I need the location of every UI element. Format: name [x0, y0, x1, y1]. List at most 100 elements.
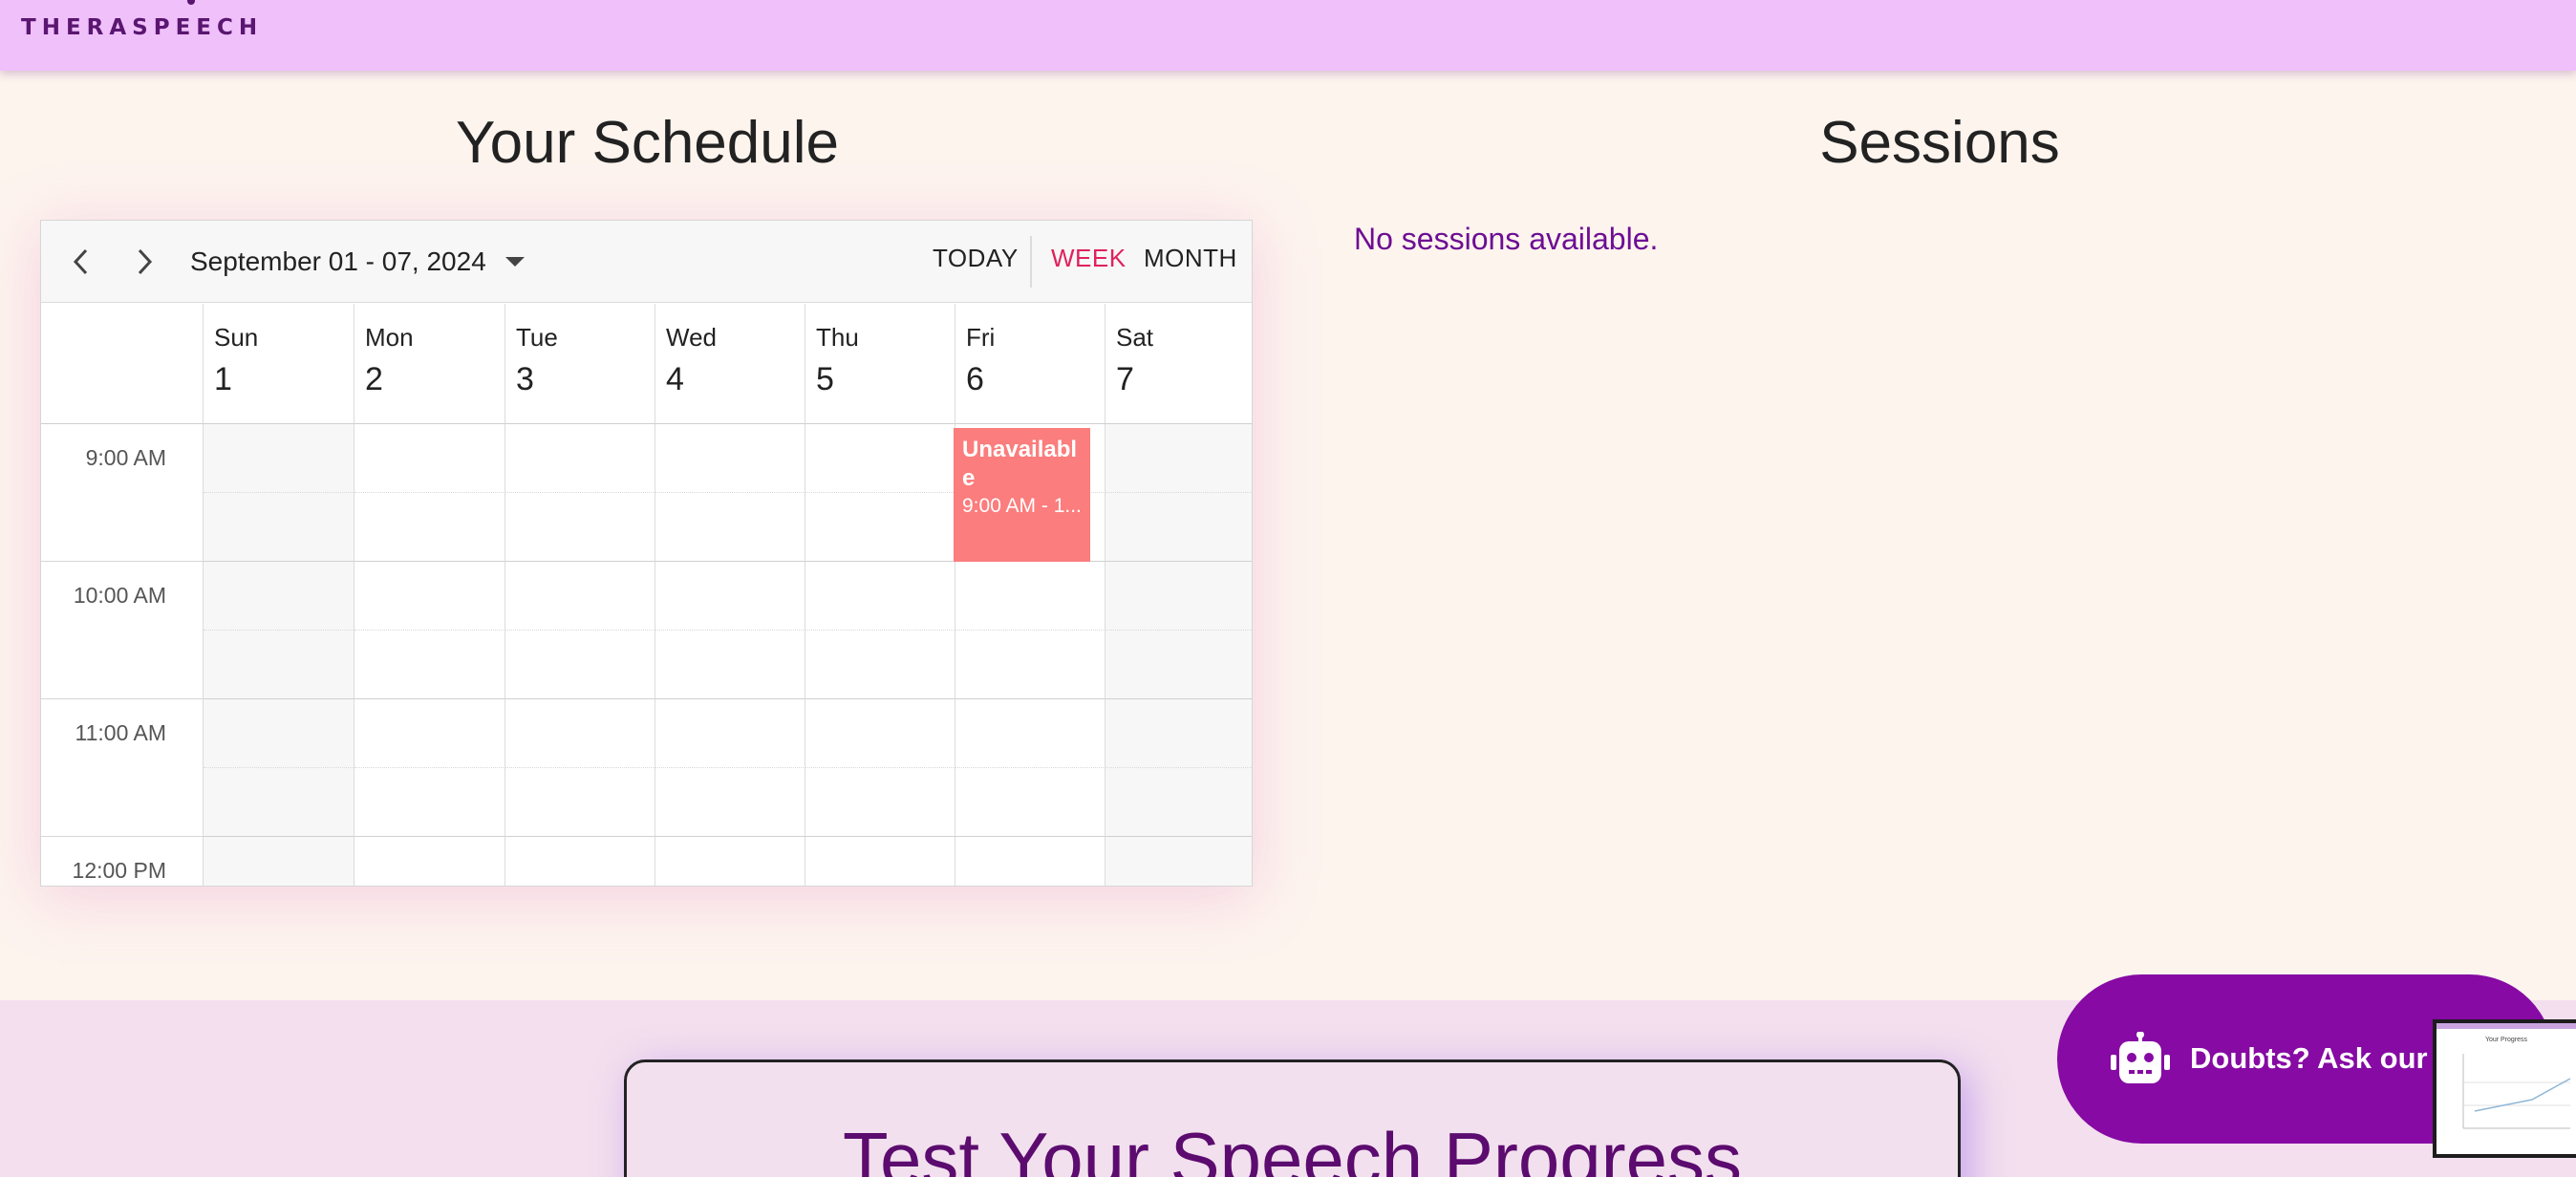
time-slot[interactable]	[655, 768, 805, 837]
time-slot[interactable]	[1106, 837, 1252, 886]
time-slot[interactable]	[955, 768, 1106, 837]
week-view-button[interactable]: WEEK	[1051, 244, 1127, 273]
speech-progress-title: Test Your Speech Progress	[843, 1117, 1742, 1177]
day-header-thu[interactable]: Thu 5	[805, 304, 955, 424]
time-slot[interactable]	[1106, 631, 1252, 699]
time-slot[interactable]	[204, 631, 354, 699]
corner-cell	[41, 304, 204, 424]
time-slot[interactable]	[505, 631, 655, 699]
speech-progress-card[interactable]: Test Your Speech Progress	[624, 1059, 1961, 1177]
day-number: 4	[666, 361, 684, 397]
chatbot-label: Doubts? Ask our	[2190, 1041, 2428, 1075]
next-week-button[interactable]	[123, 241, 165, 283]
day-number: 5	[816, 361, 834, 397]
brand-mark	[187, 0, 195, 5]
brand-logo[interactable]: THERASPEECH	[21, 15, 263, 40]
time-slot[interactable]	[505, 837, 655, 886]
time-slot[interactable]	[655, 562, 805, 631]
time-slot[interactable]	[204, 768, 354, 837]
time-slot[interactable]	[655, 631, 805, 699]
day-number: 6	[966, 361, 984, 397]
sessions-title: Sessions	[1819, 110, 2060, 176]
event-time: 9:00 AM - 1...	[962, 495, 1082, 517]
day-name: Mon	[365, 323, 414, 352]
day-name: Fri	[966, 323, 996, 352]
day-header-mon[interactable]: Mon 2	[354, 304, 505, 424]
time-slot[interactable]	[1106, 768, 1252, 837]
time-slot[interactable]	[655, 493, 805, 562]
time-slot[interactable]	[655, 837, 805, 886]
time-slot[interactable]	[655, 424, 805, 493]
time-slot-label-cell: 11:00 AM	[41, 699, 204, 837]
day-name: Sun	[214, 323, 259, 352]
today-button[interactable]: TODAY	[933, 244, 1019, 273]
day-header-sat[interactable]: Sat 7	[1106, 304, 1252, 424]
time-slot[interactable]	[805, 493, 955, 562]
previous-week-button[interactable]	[60, 241, 102, 283]
month-view-button[interactable]: MONTH	[1144, 244, 1237, 273]
time-label: 10:00 AM	[73, 583, 166, 608]
time-slot[interactable]	[204, 493, 354, 562]
date-range-picker[interactable]: September 01 - 07, 2024	[190, 243, 525, 281]
time-slot[interactable]	[805, 562, 955, 631]
time-slot[interactable]	[354, 837, 505, 886]
time-slot[interactable]	[805, 837, 955, 886]
date-range-label: September 01 - 07, 2024	[190, 246, 486, 276]
event-title: Unavailable	[962, 437, 1078, 491]
time-slot[interactable]	[955, 631, 1106, 699]
day-name: Thu	[816, 323, 859, 352]
schedule-calendar: September 01 - 07, 2024 TODAY WEEK MONTH…	[40, 220, 1253, 887]
time-label: 9:00 AM	[85, 445, 166, 470]
time-slot[interactable]	[505, 768, 655, 837]
time-slot[interactable]	[505, 493, 655, 562]
day-name: Sat	[1116, 323, 1154, 352]
time-slot[interactable]	[805, 699, 955, 768]
time-slot[interactable]	[354, 768, 505, 837]
day-header-tue[interactable]: Tue 3	[505, 304, 655, 424]
time-label: 11:00 AM	[75, 720, 166, 745]
time-slot[interactable]	[354, 562, 505, 631]
time-slot-label-cell: 12:00 PM	[41, 837, 204, 886]
time-slot[interactable]	[354, 699, 505, 768]
time-slot[interactable]	[1106, 562, 1252, 631]
robot-icon	[2111, 1032, 2170, 1083]
time-slot[interactable]	[655, 699, 805, 768]
time-slot[interactable]	[1106, 493, 1252, 562]
calendar-toolbar: September 01 - 07, 2024 TODAY WEEK MONTH	[41, 221, 1252, 303]
time-slot[interactable]	[505, 699, 655, 768]
time-slot-label-cell: 10:00 AM	[41, 562, 204, 699]
time-slot[interactable]	[1106, 424, 1252, 493]
day-header-wed[interactable]: Wed 4	[655, 304, 805, 424]
progress-preview-thumbnail[interactable]: Your Progress	[2433, 1019, 2576, 1158]
time-slot[interactable]	[505, 424, 655, 493]
chevron-right-icon	[138, 248, 153, 275]
day-number: 2	[365, 361, 383, 397]
time-slot[interactable]	[805, 768, 955, 837]
day-number: 3	[516, 361, 534, 397]
time-slot[interactable]	[204, 699, 354, 768]
time-slot[interactable]	[805, 424, 955, 493]
day-name: Tue	[516, 323, 558, 352]
time-slot[interactable]	[805, 631, 955, 699]
time-slot-label-cell: 9:00 AM	[41, 424, 204, 562]
time-slot[interactable]	[955, 837, 1106, 886]
time-slot[interactable]	[354, 493, 505, 562]
day-header-sun[interactable]: Sun 1	[204, 304, 354, 424]
time-slot[interactable]	[1106, 699, 1252, 768]
chevron-left-icon	[73, 248, 88, 275]
thumbnail-title: Your Progress	[2484, 1037, 2528, 1043]
day-name: Wed	[666, 323, 717, 352]
time-slot[interactable]	[354, 631, 505, 699]
time-slot[interactable]	[354, 424, 505, 493]
time-slot[interactable]	[204, 424, 354, 493]
day-header-fri[interactable]: Fri 6	[955, 304, 1106, 424]
time-slot[interactable]	[204, 837, 354, 886]
calendar-event[interactable]: Unavailable 9:00 AM - 1...	[954, 428, 1090, 562]
thumbnail-header	[2436, 1023, 2576, 1029]
time-slot[interactable]	[505, 562, 655, 631]
time-slot[interactable]	[204, 562, 354, 631]
thumbnail-chart	[2462, 1054, 2571, 1129]
time-slot[interactable]	[955, 699, 1106, 768]
day-number: 7	[1116, 361, 1134, 397]
time-slot[interactable]	[955, 562, 1106, 631]
